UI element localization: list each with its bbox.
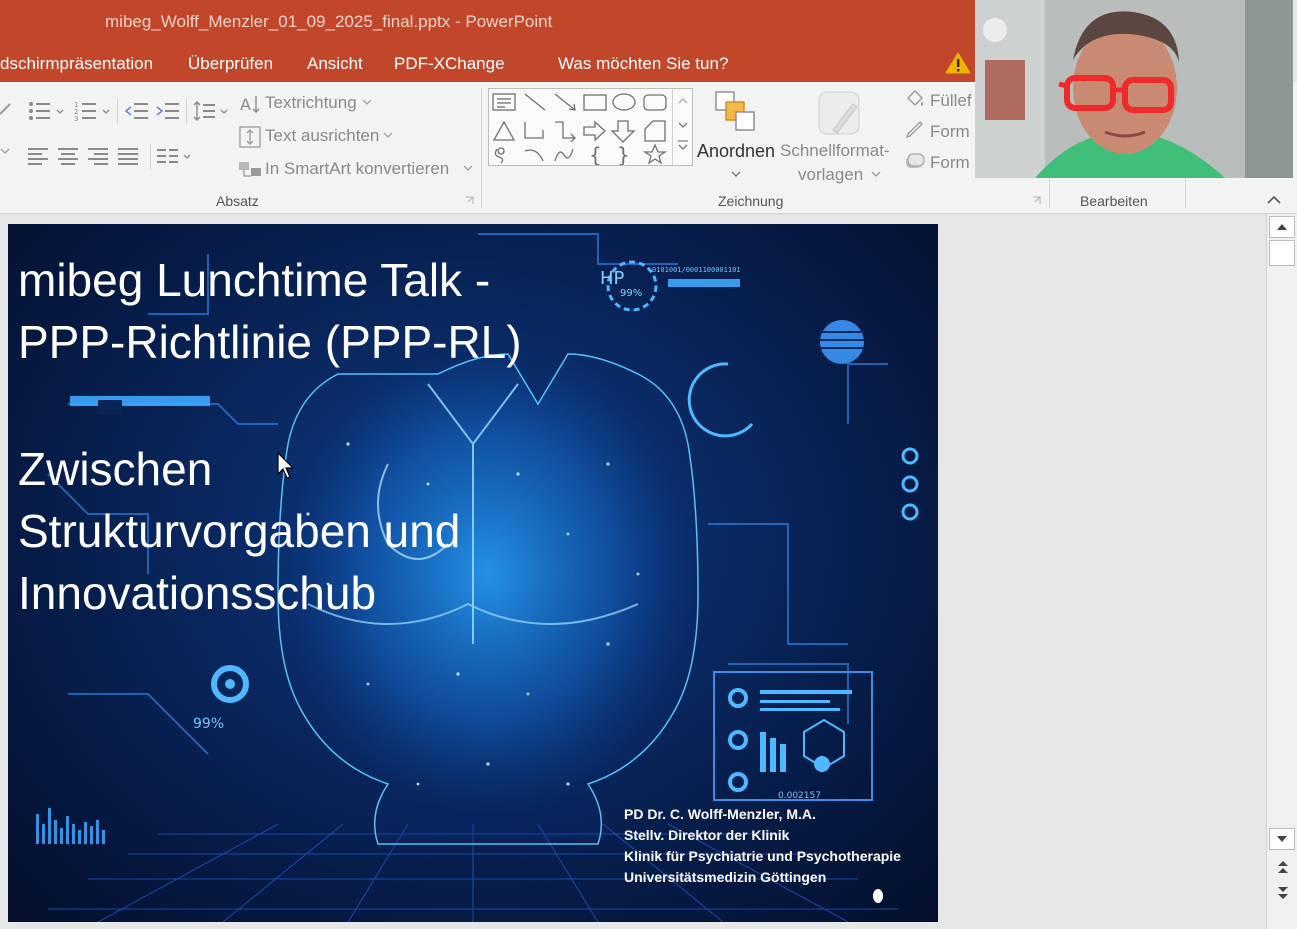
- scroll-down-button[interactable]: [1269, 828, 1295, 850]
- dialog-launcher-icon[interactable]: [465, 196, 475, 206]
- tell-me-search[interactable]: Was möchten Sie tun?: [558, 54, 728, 74]
- gallery-scroll-arrows-icon[interactable]: [673, 89, 693, 165]
- align-text-label[interactable]: Text ausrichten: [265, 126, 379, 146]
- powerpoint-window: mibeg_Wolff_Menzler_01_09_2025_final.ppt…: [0, 0, 1297, 929]
- slide[interactable]: HP 99% 0101001/0001100001101 99% 0.00215…: [8, 224, 938, 922]
- shape-outline-icon[interactable]: [904, 119, 926, 141]
- ribbon-tabs: dschirmpräsentation Überprüfen Ansicht P…: [0, 44, 975, 118]
- title-bar: mibeg_Wolff_Menzler_01_09_2025_final.ppt…: [0, 0, 975, 44]
- gauge-percent: 99%: [193, 716, 224, 732]
- svg-text:3: 3: [74, 115, 78, 122]
- chevron-down-icon[interactable]: [463, 164, 473, 172]
- cut-icon[interactable]: [0, 100, 14, 118]
- smartart-label[interactable]: In SmartArt konvertieren: [265, 159, 449, 179]
- dialog-launcher-icon[interactable]: [1032, 196, 1042, 206]
- svg-text:0101001/0001100001101: 0101001/0001100001101: [652, 266, 741, 274]
- svg-text:{: {: [589, 143, 602, 165]
- slide-title-line-1[interactable]: mibeg Lunchtime Talk -: [18, 249, 490, 311]
- chevron-down-icon[interactable]: [731, 170, 741, 178]
- warning-icon[interactable]: [945, 51, 971, 75]
- presenter-video-image: [975, 0, 1293, 178]
- tab-slideshow[interactable]: dschirmpräsentation: [0, 54, 153, 74]
- slide-editing-area[interactable]: HP 99% 0101001/0001100001101 99% 0.00215…: [0, 214, 1266, 929]
- mouse-cursor-icon: [277, 452, 295, 479]
- svg-text:}: }: [617, 143, 630, 165]
- triangle-up-icon: [1277, 224, 1287, 230]
- shapes-gallery[interactable]: { }: [488, 88, 693, 166]
- slide-subtitle-line-1[interactable]: Zwischen: [18, 438, 212, 500]
- group-label-editing: Bearbeiten: [1080, 193, 1148, 209]
- previous-slide-icon[interactable]: [1273, 858, 1293, 876]
- shapes-gallery-scroll[interactable]: [672, 89, 692, 165]
- author-name[interactable]: PD Dr. C. Wolff-Menzler, M.A.: [624, 804, 816, 825]
- decrease-indent-icon[interactable]: [124, 100, 150, 122]
- chevron-down-icon[interactable]: [362, 98, 372, 106]
- slide-title-line-2[interactable]: PPP-Richtlinie (PPP-RL): [18, 311, 522, 373]
- bullet-list-icon[interactable]: [28, 100, 68, 122]
- shapes-icons[interactable]: { }: [489, 89, 672, 165]
- slide-subtitle-line-3[interactable]: Innovationsschub: [18, 562, 376, 624]
- svg-text:A: A: [240, 95, 251, 114]
- group-label-paragraph: Absatz: [216, 193, 259, 209]
- next-slide-icon[interactable]: [1273, 884, 1293, 902]
- scroll-up-button[interactable]: [1269, 216, 1295, 238]
- numbered-list-icon[interactable]: 1 2 3: [74, 100, 114, 122]
- smartart-icon[interactable]: [238, 158, 262, 182]
- scroll-thumb[interactable]: [1269, 240, 1295, 266]
- chevron-down-icon[interactable]: [871, 170, 881, 178]
- text-direction-label[interactable]: Textrichtung: [265, 93, 357, 113]
- webcam-video: [975, 0, 1293, 178]
- tab-view[interactable]: Ansicht: [307, 54, 363, 74]
- shape-fill-label[interactable]: Füllef: [930, 91, 972, 111]
- arrange-label[interactable]: Anordnen: [697, 141, 775, 162]
- shape-outline-label[interactable]: Form: [930, 122, 970, 142]
- quick-styles-label-2[interactable]: vorlagen: [798, 165, 863, 185]
- window-title: mibeg_Wolff_Menzler_01_09_2025_final.ppt…: [105, 12, 553, 31]
- quick-styles-label-1[interactable]: Schnellformat-: [780, 141, 890, 161]
- shape-fill-icon[interactable]: [904, 88, 926, 110]
- increase-indent-icon[interactable]: [155, 100, 181, 122]
- arrange-icon[interactable]: [714, 90, 758, 134]
- columns-icon[interactable]: [157, 146, 193, 168]
- vertical-scrollbar[interactable]: [1266, 214, 1297, 929]
- line-spacing-icon[interactable]: [193, 100, 231, 122]
- hp-label: HP: [600, 268, 625, 289]
- triangle-down-icon: [1277, 836, 1287, 842]
- text-direction-icon[interactable]: A: [238, 92, 262, 116]
- author-institution[interactable]: Universitätsmedizin Göttingen: [624, 867, 826, 888]
- tab-review[interactable]: Überprüfen: [188, 54, 273, 74]
- tab-pdf-xchange[interactable]: PDF-XChange: [394, 54, 505, 74]
- quick-styles-icon[interactable]: [815, 90, 865, 140]
- group-label-drawing: Zeichnung: [718, 193, 784, 209]
- panel-number: 0.002157: [778, 791, 821, 801]
- author-role[interactable]: Stellv. Direktor der Klinik: [624, 825, 789, 846]
- align-text-icon[interactable]: [238, 125, 262, 149]
- shape-effects-label[interactable]: Form: [930, 153, 970, 173]
- shape-effects-icon[interactable]: [904, 150, 926, 172]
- chevron-down-icon[interactable]: [383, 131, 393, 139]
- chevron-down-icon[interactable]: [0, 146, 10, 156]
- collapse-ribbon-icon[interactable]: [1266, 194, 1282, 206]
- alignment-buttons-icon[interactable]: [28, 146, 148, 168]
- author-clinic[interactable]: Klinik für Psychiatrie und Psychotherapi…: [624, 846, 901, 867]
- hp-percent: 99%: [620, 288, 642, 299]
- slide-subtitle-line-2[interactable]: Strukturvorgaben und: [18, 500, 460, 562]
